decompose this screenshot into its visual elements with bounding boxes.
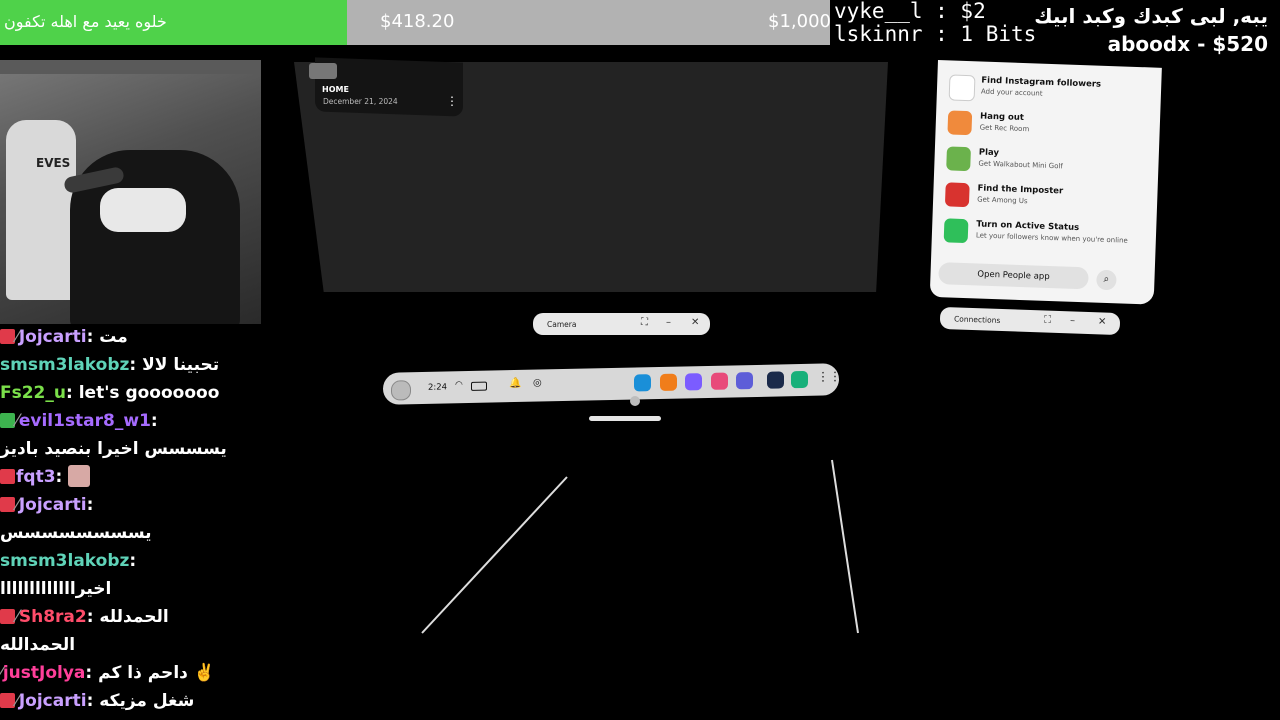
left-controller-ray xyxy=(421,476,568,634)
right-controller-ray xyxy=(831,459,859,634)
controller-rays xyxy=(421,459,859,634)
